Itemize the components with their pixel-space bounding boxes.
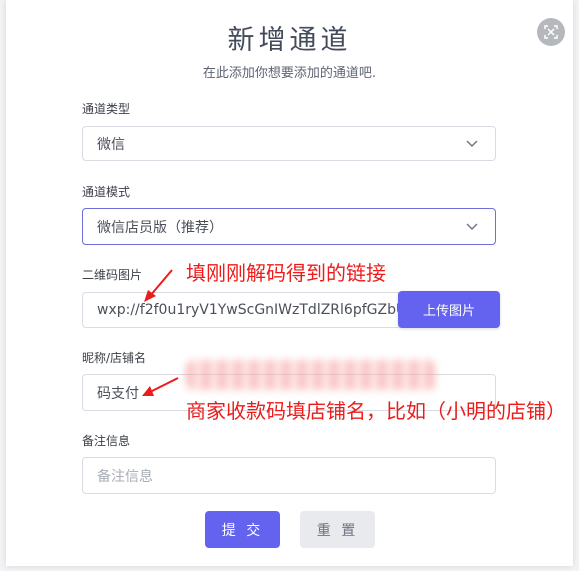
remark-label: 备注信息: [82, 434, 131, 448]
channel-mode-select[interactable]: 微信店员版（推荐）: [82, 208, 496, 245]
arrow-icon: [142, 377, 179, 396]
nickname-hint-annotation: 商家收款码填店铺名，比如（小明的店铺）: [186, 399, 566, 423]
channel-type-select[interactable]: 微信: [82, 126, 496, 161]
chevron-down-icon: [466, 223, 478, 230]
remark-input[interactable]: 备注信息: [82, 457, 496, 494]
dialog-subtitle: 在此添加你想要添加的通道吧.: [202, 66, 377, 81]
qr-code-input[interactable]: wxp://f2f0u1ryV1YwScGnIWzTdlZRl6pfGZbU: [82, 292, 402, 328]
reset-button[interactable]: 重 置: [300, 511, 375, 548]
chevron-down-icon: [466, 140, 478, 147]
channel-type-value: 微信: [97, 136, 125, 153]
qr-code-label: 二维码图片: [82, 268, 143, 282]
nickname-value: 码支付: [97, 385, 139, 402]
channel-mode-label: 通道模式: [82, 185, 131, 199]
channel-type-label: 通道类型: [82, 102, 131, 116]
nickname-label: 昵称/店铺名: [82, 351, 147, 365]
qr-hint-annotation: 填刚刚解码得到的链接: [186, 261, 386, 285]
channel-mode-value: 微信店员版（推荐）: [97, 219, 223, 236]
arrow-icon: [144, 269, 173, 302]
redaction-mask: [186, 360, 436, 390]
submit-button[interactable]: 提 交: [205, 511, 280, 548]
remark-placeholder: 备注信息: [97, 468, 153, 485]
upload-image-button[interactable]: 上传图片: [398, 291, 500, 328]
dialog-title: 新增通道: [227, 25, 352, 56]
